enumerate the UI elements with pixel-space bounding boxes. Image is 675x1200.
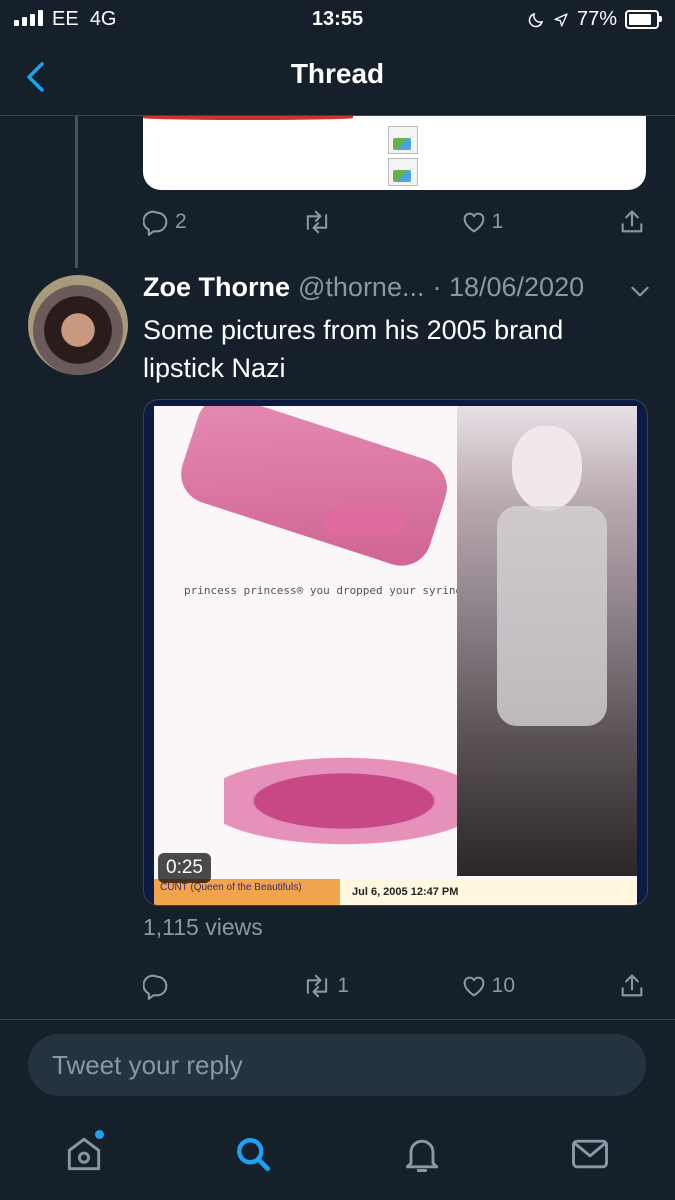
video-caption: princess princess® you dropped your syri… xyxy=(184,584,476,597)
retweet-icon xyxy=(307,210,328,234)
previous-tweet-media[interactable] xyxy=(143,116,646,190)
reply-icon xyxy=(143,974,168,1000)
syringe-graphic xyxy=(173,406,455,574)
heart-icon xyxy=(463,212,485,233)
tab-notifications[interactable] xyxy=(400,1132,444,1176)
tweet-date: · 18/06/2020 xyxy=(432,272,585,302)
author-name[interactable]: Zoe Thorne xyxy=(143,272,290,303)
reply-placeholder: Tweet your reply xyxy=(52,1050,243,1080)
retweet-count: 1 xyxy=(337,974,350,997)
thread-connector-line xyxy=(75,116,78,268)
person-photo xyxy=(457,406,637,876)
page-title: Thread xyxy=(290,58,385,89)
search-icon xyxy=(237,1138,271,1172)
avatar[interactable] xyxy=(28,275,128,375)
heart-icon xyxy=(463,976,485,997)
video-duration-badge: 0:25 xyxy=(158,853,211,883)
reply-count: 2 xyxy=(175,210,187,233)
broken-image-icon xyxy=(388,126,418,154)
author-handle[interactable]: @thorne... xyxy=(298,272,424,303)
battery-percent: 77% xyxy=(576,8,617,30)
share-button[interactable] xyxy=(618,972,646,1000)
view-count: 1,115 views xyxy=(143,914,263,940)
like-button[interactable]: 1 xyxy=(460,208,530,236)
share-button[interactable] xyxy=(618,208,646,236)
tweet-video[interactable]: princess princess® you dropped your syri… xyxy=(143,399,648,906)
tab-messages[interactable] xyxy=(568,1132,612,1176)
reply-input[interactable]: Tweet your reply xyxy=(28,1034,646,1096)
retweet-button[interactable] xyxy=(301,208,371,236)
moon-icon xyxy=(527,11,545,29)
video-info-bar: CUNT (Queen of the Beautifuls) Jul 6, 20… xyxy=(154,879,637,905)
video-frame: princess princess® you dropped your syri… xyxy=(154,406,637,905)
like-button[interactable]: 10 xyxy=(460,972,530,1000)
status-bar: EE 4G 13:55 77% xyxy=(0,0,675,40)
tab-search[interactable] xyxy=(231,1132,275,1176)
previous-tweet-actions: 2 1 xyxy=(143,202,646,242)
video-bar-title: CUNT (Queen of the Beautifuls) xyxy=(160,882,302,893)
share-icon xyxy=(621,974,643,997)
like-count: 1 xyxy=(491,210,504,233)
tweet-text: Some pictures from his 2005 brand lipsti… xyxy=(143,315,564,383)
pill-graphic xyxy=(324,506,404,536)
reply-icon xyxy=(143,210,168,236)
tweet-header: Zoe Thorne @thorne... · 18/06/2020 xyxy=(143,272,653,303)
media-red-stroke xyxy=(143,116,353,120)
broken-image-icon xyxy=(388,158,418,186)
actions-divider xyxy=(0,1019,675,1020)
retweet-icon xyxy=(307,974,328,998)
notifications-icon xyxy=(405,1139,439,1172)
reply-button[interactable]: 2 xyxy=(143,208,213,236)
retweet-button[interactable]: 1 xyxy=(301,972,371,1000)
tweet-actions: 1 10 xyxy=(143,966,646,1006)
battery-icon xyxy=(625,10,662,29)
reply-button[interactable] xyxy=(143,972,213,1000)
messages-icon xyxy=(572,1139,608,1169)
chevron-down-icon[interactable] xyxy=(627,278,653,304)
location-arrow-icon xyxy=(553,12,569,28)
new-content-dot xyxy=(95,1130,104,1139)
share-icon xyxy=(621,210,643,233)
like-count: 10 xyxy=(491,974,516,997)
video-bar-date: Jul 6, 2005 12:47 PM xyxy=(340,879,637,905)
